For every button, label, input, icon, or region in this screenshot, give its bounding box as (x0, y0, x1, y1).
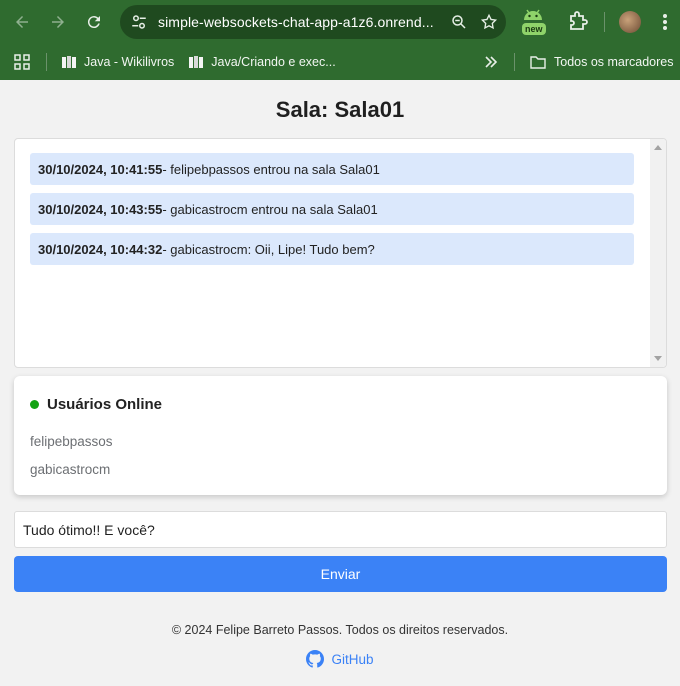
arrow-left-icon (16, 16, 28, 28)
chat-page: Sala: Sala01 30/10/2024, 10:41:55 - feli… (0, 80, 680, 686)
folder-icon (530, 56, 546, 69)
message-timestamp: 30/10/2024, 10:43:55 (38, 201, 163, 217)
message-input[interactable] (14, 511, 667, 548)
github-link[interactable]: GitHub (0, 650, 680, 668)
message-text: - felipebpassos entrou na sala Sala01 (162, 161, 380, 177)
github-icon (306, 650, 325, 668)
toolbar-divider (604, 12, 605, 32)
online-status-dot-icon (30, 400, 39, 409)
scroll-down-arrow-icon[interactable] (654, 356, 662, 361)
send-button[interactable]: Enviar (14, 556, 667, 592)
message-text: - gabicastrocm entrou na sala Sala01 (162, 201, 378, 217)
toolbar-right: new (516, 6, 673, 38)
scroll-up-arrow-icon[interactable] (654, 145, 662, 150)
message-timestamp: 30/10/2024, 10:44:32 (38, 241, 163, 257)
bookmark-java-criando[interactable]: Java/Criando e exec... (188, 54, 336, 70)
page-title: Sala: Sala01 (275, 97, 405, 122)
online-user-item: gabicastrocm (30, 462, 111, 477)
bookmark-label: Java - Wikilivros (84, 55, 175, 69)
chevron-double-right-icon[interactable] (484, 53, 498, 71)
bookmark-star-icon[interactable] (480, 13, 498, 31)
kebab-menu-icon[interactable] (657, 10, 673, 34)
new-badge: new (522, 23, 546, 35)
messages-panel[interactable]: 30/10/2024, 10:41:55 - felipebpassos ent… (14, 138, 667, 368)
all-bookmarks-label: Todos os marcadores (554, 55, 674, 69)
online-users-heading: Usuários Online (30, 396, 162, 413)
wikibooks-icon (62, 56, 76, 68)
browser-chrome: simple-websockets-chat-app-a1z6.onrend..… (0, 0, 680, 80)
apps-grid-icon[interactable] (14, 54, 30, 70)
reload-button[interactable] (80, 8, 108, 36)
online-users-card: Usuários Online felipebpassos gabicastro… (14, 376, 667, 495)
message-text: - gabicastrocm: Oii, Lipe! Tudo bem? (162, 241, 375, 257)
online-user-item: felipebpassos (30, 434, 113, 449)
chat-message: 30/10/2024, 10:41:55 - felipebpassos ent… (30, 153, 634, 185)
wikibooks-icon (189, 56, 204, 68)
url-text[interactable]: simple-websockets-chat-app-a1z6.onrend..… (158, 14, 438, 30)
online-users-title: Usuários Online (47, 396, 163, 413)
message-timestamp: 30/10/2024, 10:41:55 (38, 161, 163, 177)
extension-button[interactable]: new (516, 6, 550, 38)
profile-avatar[interactable] (619, 11, 641, 33)
bookmark-java-wikilivros[interactable]: Java - Wikilivros (61, 54, 174, 70)
chat-message: 30/10/2024, 10:43:55 - gabicastrocm entr… (30, 193, 634, 225)
address-bar[interactable]: simple-websockets-chat-app-a1z6.onrend..… (120, 5, 506, 39)
bookmark-label: Java/Criando e exec... (211, 55, 336, 69)
bookmarks-divider (514, 53, 515, 71)
browser-toolbar: simple-websockets-chat-app-a1z6.onrend..… (0, 0, 680, 44)
zoom-icon[interactable] (450, 13, 468, 31)
scrollbar[interactable] (650, 139, 666, 367)
all-bookmarks-button[interactable]: Todos os marcadores (530, 44, 674, 80)
github-label[interactable]: GitHub (331, 652, 373, 667)
back-button[interactable] (8, 8, 36, 36)
footer-copyright: © 2024 Felipe Barreto Passos. Todos os d… (171, 623, 509, 637)
bookmarks-divider (46, 53, 47, 71)
chat-message: 30/10/2024, 10:44:32 - gabicastrocm: Oii… (30, 233, 634, 265)
reload-icon (87, 16, 100, 29)
forward-button[interactable] (44, 8, 72, 36)
arrow-right-icon (52, 16, 64, 28)
extensions-puzzle-icon[interactable] (566, 10, 590, 34)
site-settings-icon[interactable] (130, 13, 148, 31)
bookmarks-bar: Java - Wikilivros Java/Criando e exec...… (0, 44, 680, 80)
